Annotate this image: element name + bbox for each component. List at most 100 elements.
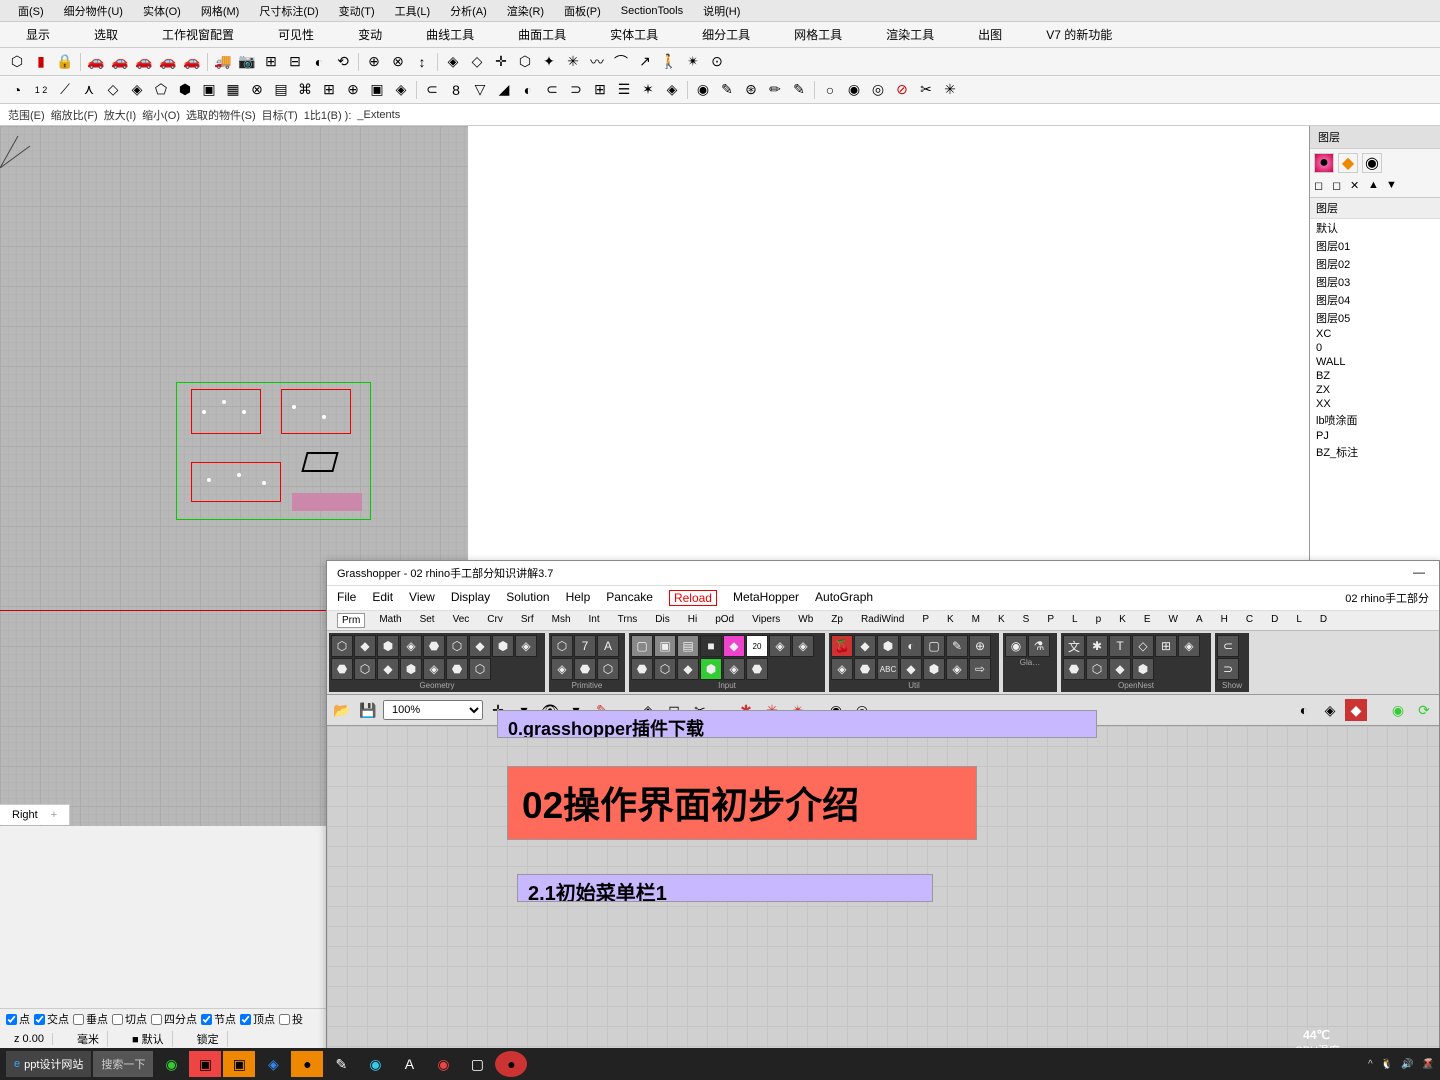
gh-component-icon[interactable]: ⬡	[331, 635, 353, 657]
grasshopper-window[interactable]: Grasshopper - 02 rhino手工部分知识讲解3.7 — File…	[326, 560, 1440, 1080]
tool-icon[interactable]: ✶	[637, 79, 659, 101]
camera-icon[interactable]: 🚚	[212, 51, 234, 73]
gh-component-icon[interactable]: ◇	[1132, 635, 1154, 657]
layout-icon[interactable]: ⊞	[260, 51, 282, 73]
tab-surface[interactable]: 曲面工具	[510, 23, 574, 46]
gh-component-icon[interactable]: ⬢	[877, 635, 899, 657]
layer-row[interactable]: ZX	[1310, 383, 1440, 397]
tool-icon[interactable]: ◈	[126, 79, 148, 101]
gh-tab[interactable]: p	[1092, 613, 1106, 628]
gh-component-icon[interactable]: ⬡	[551, 635, 573, 657]
gh-component-icon[interactable]: 文	[1063, 635, 1085, 657]
tool-icon[interactable]: ⬡	[514, 51, 536, 73]
tool-icon[interactable]: ◈	[661, 79, 683, 101]
menu-panels[interactable]: 面板(P)	[554, 1, 611, 21]
preview-icon[interactable]: ◆	[1345, 699, 1367, 721]
osnap-vertex[interactable]: 顶点	[240, 1011, 275, 1027]
gh-tab[interactable]: P	[1043, 613, 1058, 628]
gh-component-icon[interactable]: ⬣	[631, 658, 653, 680]
viewport-tab[interactable]: Right +	[0, 804, 70, 825]
gh-tab[interactable]: S	[1019, 613, 1034, 628]
command-line[interactable]: 范围(E) 缩放比(F) 放大(I) 缩小(O) 选取的物件(S) 目标(T) …	[0, 104, 1440, 126]
material-tab-icon[interactable]: ●	[1314, 153, 1334, 173]
new-layer-icon[interactable]: ◻	[1314, 179, 1330, 195]
gh-tab[interactable]: Zp	[827, 613, 847, 628]
taskbar-app-icon[interactable]: ▣	[189, 1051, 221, 1077]
tool-icon[interactable]: ⬢	[174, 79, 196, 101]
sublayer-icon[interactable]: ◻	[1332, 179, 1348, 195]
tool-icon[interactable]: ↕	[411, 51, 433, 73]
gh-tab[interactable]: RadiWind	[857, 613, 908, 628]
gh-menu-edit[interactable]: Edit	[372, 590, 393, 606]
gh-component-icon[interactable]: ◉	[1005, 635, 1027, 657]
gh-tab[interactable]: Crv	[483, 613, 507, 628]
shade-icon[interactable]: ◐	[1293, 699, 1315, 721]
tab-select[interactable]: 选取	[86, 23, 126, 46]
gh-component-icon[interactable]: ◈	[723, 658, 745, 680]
tool-icon[interactable]: ⬠	[150, 79, 172, 101]
minimize-icon[interactable]: —	[1409, 565, 1429, 581]
gh-component-icon[interactable]: ⊞	[1155, 635, 1177, 657]
tool-icon[interactable]: ⊛	[740, 79, 762, 101]
floor-plan-drawing[interactable]	[176, 382, 371, 520]
gh-tab[interactable]: Vipers	[748, 613, 784, 628]
gh-component-icon[interactable]: ✱	[1086, 635, 1108, 657]
gh-component-icon[interactable]: ◆	[723, 635, 745, 657]
tool-icon[interactable]: ✏	[764, 79, 786, 101]
gh-menu-display[interactable]: Display	[451, 590, 490, 606]
gh-tab[interactable]: pOd	[711, 613, 738, 628]
gh-component-icon[interactable]: ⬡	[597, 658, 619, 680]
wire-icon[interactable]: ◈	[1319, 699, 1341, 721]
tool-icon[interactable]: ⋏	[78, 79, 100, 101]
open-icon[interactable]: 📂	[331, 699, 353, 721]
grid-icon[interactable]: ⊞	[589, 79, 611, 101]
layer-row[interactable]: 图层02	[1310, 255, 1440, 273]
menu-mesh[interactable]: 网格(M)	[191, 1, 250, 21]
osnap-knot[interactable]: 节点	[201, 1011, 236, 1027]
gh-tab[interactable]: L	[1292, 613, 1306, 628]
tab-display[interactable]: 显示	[18, 23, 58, 46]
gh-component-icon[interactable]: ⬣	[1063, 658, 1085, 680]
circle-icon[interactable]: ◎	[867, 79, 889, 101]
osnap-point[interactable]: 点	[6, 1011, 30, 1027]
tool-icon[interactable]: ◐	[517, 79, 539, 101]
gh-component-icon[interactable]: A	[597, 635, 619, 657]
grid-icon[interactable]: ⊞	[318, 79, 340, 101]
gh-menu-reload[interactable]: Reload	[669, 590, 717, 606]
tool-icon[interactable]: ◈	[442, 51, 464, 73]
tab-visibility[interactable]: 可见性	[270, 23, 322, 46]
gumball-icon[interactable]: ◉	[1387, 699, 1409, 721]
gh-component-icon[interactable]: ⬣	[423, 635, 445, 657]
circle-icon[interactable]: ⊘	[891, 79, 913, 101]
tool-icon[interactable]: ◔	[6, 79, 28, 101]
taskbar-app[interactable]: e ppt设计网站	[6, 1051, 91, 1077]
gh-component-icon[interactable]: ⬣	[331, 658, 353, 680]
layer-row[interactable]: WALL	[1310, 355, 1440, 369]
tool-icon[interactable]: ▤	[270, 79, 292, 101]
gh-component-icon[interactable]: 7	[574, 635, 596, 657]
gh-tab[interactable]: E	[1140, 613, 1155, 628]
tab-transform[interactable]: 变动	[350, 23, 390, 46]
tool-icon[interactable]: ⊂	[541, 79, 563, 101]
tool-icon[interactable]: ✂	[915, 79, 937, 101]
gh-component-icon[interactable]: ⬡	[446, 635, 468, 657]
tool-icon[interactable]: ✎	[716, 79, 738, 101]
tool-icon[interactable]: ✛	[490, 51, 512, 73]
tool-icon[interactable]: ✴	[682, 51, 704, 73]
gh-tab[interactable]: P	[918, 613, 933, 628]
taskbar-app-icon[interactable]: ●	[291, 1051, 323, 1077]
gh-menu-autograph[interactable]: AutoGraph	[815, 590, 873, 606]
tool-icon[interactable]: 🔒	[54, 51, 76, 73]
down-icon[interactable]: ▼	[1386, 179, 1402, 195]
gh-component-icon[interactable]: ⬡	[354, 658, 376, 680]
osnap-perp[interactable]: 垂点	[73, 1011, 108, 1027]
gh-component-icon[interactable]: ◈	[831, 658, 853, 680]
taskbar-app-icon[interactable]: ◉	[427, 1051, 459, 1077]
layer-row[interactable]: PJ	[1310, 429, 1440, 443]
car-icon[interactable]: 🚗	[181, 51, 203, 73]
menu-tools[interactable]: 工具(L)	[385, 1, 440, 21]
tool-icon[interactable]: ✳	[562, 51, 584, 73]
menu-render[interactable]: 渲染(R)	[497, 1, 554, 21]
menu-solid[interactable]: 实体(O)	[133, 1, 191, 21]
list-icon[interactable]: ☰	[613, 79, 635, 101]
